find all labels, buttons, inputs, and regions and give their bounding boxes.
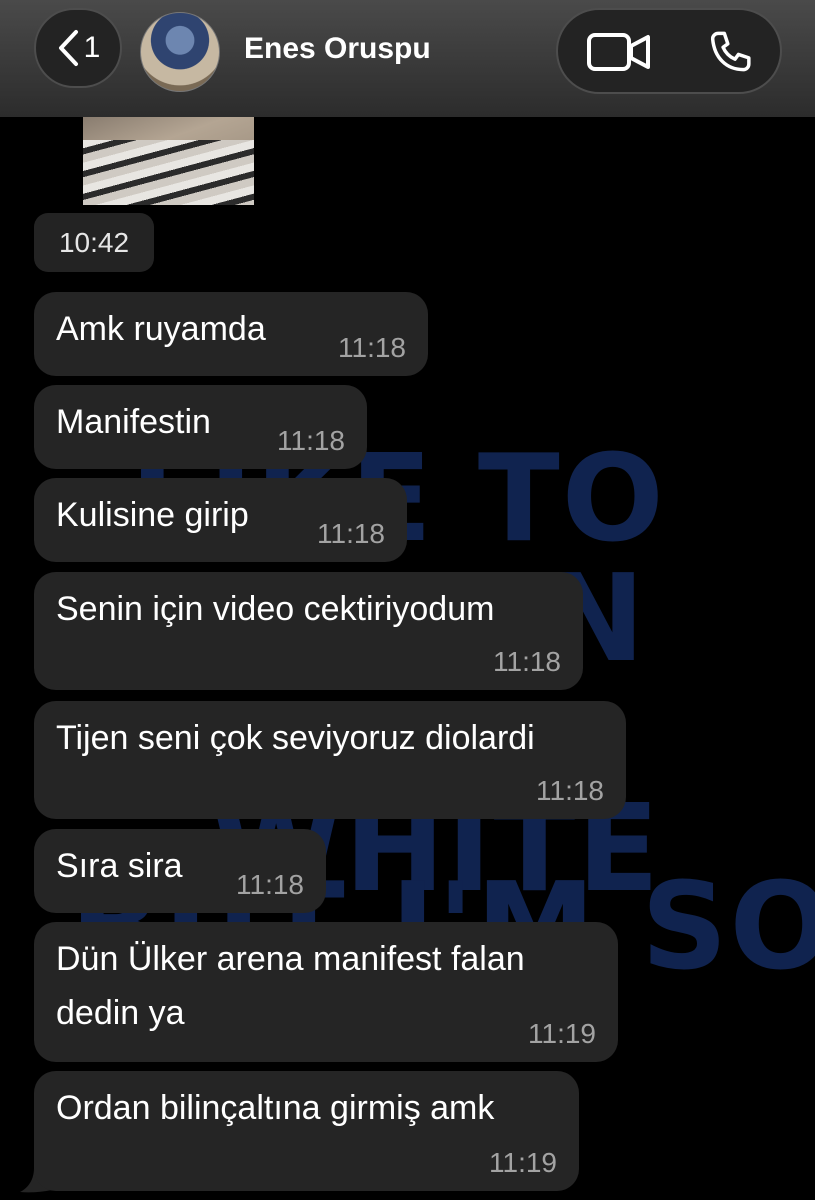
message-text: Senin için video cektiriyodum <box>56 590 495 628</box>
message-bubble[interactable]: Tijen seni çok seviyoruz diolardi 11:18 <box>34 701 626 819</box>
video-camera-icon <box>586 33 652 78</box>
message-text: Dün Ülker arena manifest falan <box>56 940 525 978</box>
message-bubble[interactable]: Dün Ülker arena manifest falan dedin ya … <box>34 922 618 1062</box>
back-button[interactable]: 1 <box>34 8 122 88</box>
message-time: 11:18 <box>338 332 406 363</box>
message-time: 11:18 <box>493 646 561 677</box>
message-time: 11:18 <box>236 869 304 900</box>
message-bubble[interactable]: Amk ruyamda 11:18 <box>34 292 428 376</box>
message-time: 11:19 <box>489 1147 557 1178</box>
message-text: Tijen seni çok seviyoruz diolardi <box>56 719 535 757</box>
message-bubble[interactable]: Sıra sira 11:18 <box>34 829 326 913</box>
phone-icon <box>704 31 756 84</box>
message-time: 11:18 <box>536 775 604 806</box>
chevron-left-icon <box>56 29 80 67</box>
message-time: 11:18 <box>317 518 385 549</box>
contact-name[interactable]: Enes Oruspu <box>244 32 431 66</box>
message-bubble[interactable]: Senin için video cektiriyodum 11:18 <box>34 572 583 690</box>
avatar[interactable] <box>140 12 220 92</box>
message-text: Manifestin <box>56 403 211 441</box>
message-time: 11:18 <box>277 425 345 456</box>
message-text: Amk ruyamda <box>56 310 266 348</box>
photo-timestamp: 10:42 <box>34 213 154 272</box>
message-bubble[interactable]: Kulisine girip 11:18 <box>34 478 407 562</box>
unread-count: 1 <box>83 31 101 64</box>
message-text: Ordan bilinçaltına girmiş amk <box>56 1089 495 1127</box>
voice-call-button[interactable] <box>704 28 756 85</box>
message-bubble[interactable]: Manifestin 11:18 <box>34 385 367 469</box>
photo-content <box>83 140 254 205</box>
message-time: 11:19 <box>528 1018 596 1049</box>
message-text: Kulisine girip <box>56 496 249 534</box>
photo-message[interactable] <box>83 105 254 205</box>
video-call-button[interactable] <box>586 30 652 79</box>
message-bubble[interactable]: Ordan bilinçaltına girmiş amk 11:19 <box>34 1071 579 1191</box>
message-text: dedin ya <box>56 994 185 1032</box>
chat-header: 1 Enes Oruspu <box>0 0 815 117</box>
message-text: Sıra sira <box>56 847 183 885</box>
call-actions <box>556 8 782 94</box>
